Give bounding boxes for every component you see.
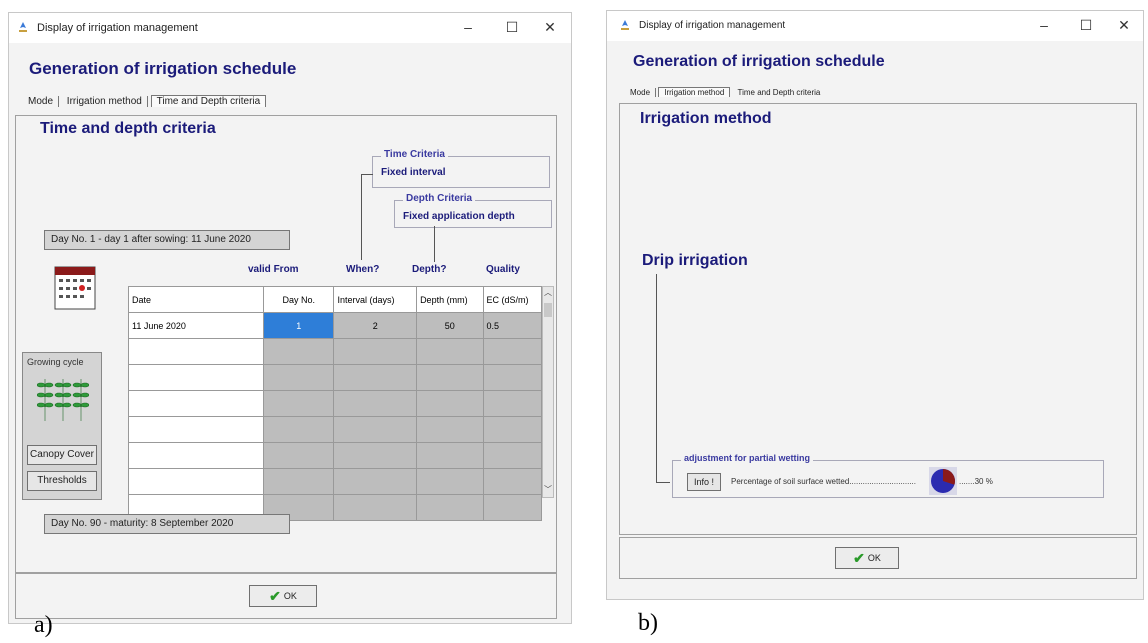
window-title: Display of irrigation management (37, 22, 198, 34)
cell-day-no[interactable]: 1 (262, 312, 335, 339)
wetted-label: Percentage of soil surface wetted.......… (731, 477, 916, 486)
ok-button[interactable]: ✔ OK (835, 547, 899, 569)
col-date: Date (128, 286, 264, 313)
growing-cycle-label: Growing cycle (27, 357, 84, 367)
table-row[interactable] (128, 442, 543, 469)
cell-date[interactable]: 11 June 2020 (128, 312, 264, 339)
caption-b: b) (638, 610, 658, 636)
table-row[interactable]: 11 June 2020 1 2 50 0.5 (128, 312, 543, 339)
cell-depth[interactable]: 50 (416, 312, 484, 339)
app-icon (621, 20, 629, 30)
wetted-pie-icon (929, 467, 957, 495)
info-button[interactable]: Info ! (687, 473, 721, 491)
calendar-icon (54, 266, 96, 310)
wetted-value-number: 30 (974, 477, 984, 486)
tab-bar: Mode Irrigation method Time and Depth cr… (23, 95, 267, 107)
irrigation-method-value: Drip irrigation (642, 252, 748, 269)
section-title: Irrigation method (640, 110, 772, 127)
growing-cycle-box: Growing cycle Canopy Cover Thresholds (22, 352, 102, 500)
wetted-unit: % (985, 477, 993, 486)
window-title: Display of irrigation management (639, 20, 786, 31)
table-row[interactable] (128, 364, 543, 391)
maximize-icon[interactable]: ☐ (1075, 17, 1097, 34)
partial-wetting-legend: adjustment for partial wetting (681, 453, 814, 463)
maximize-icon[interactable]: ☐ (501, 19, 523, 36)
col-day-no: Day No. (262, 286, 335, 313)
depth-header: Depth? (412, 264, 447, 275)
when-connector-top (361, 174, 373, 175)
table-row[interactable] (128, 416, 543, 443)
table-row[interactable] (128, 390, 543, 417)
method-connector-bottom (656, 482, 670, 483)
left-titlebar: Display of irrigation management – ☐ ✕ (9, 13, 571, 43)
col-depth: Depth (mm) (416, 286, 484, 313)
tab-time-depth[interactable]: Time and Depth criteria (150, 95, 267, 107)
wetted-label-text: Percentage of soil surface wetted (731, 477, 850, 486)
partial-wetting-group: adjustment for partial wetting Info ! Pe… (672, 453, 1104, 498)
tab-time-depth[interactable]: Time and Depth criteria (733, 88, 826, 97)
right-window: Display of irrigation management – ☐ ✕ G… (606, 10, 1144, 600)
table-row[interactable] (128, 468, 543, 495)
col-ec: EC (dS/m) (482, 286, 543, 313)
table-scrollbar[interactable]: ︿ ﹀ (542, 286, 554, 498)
table-header-row: Date Day No. Interval (days) Depth (mm) … (128, 286, 543, 313)
depth-connector (434, 226, 435, 262)
close-icon[interactable]: ✕ (1113, 17, 1135, 34)
method-connector (656, 274, 657, 482)
depth-criteria-legend: Depth Criteria (403, 193, 476, 204)
app-icon (19, 22, 27, 32)
criteria-panel: Time and depth criteria Time Criteria Fi… (15, 115, 557, 573)
time-criteria-legend: Time Criteria (381, 149, 448, 160)
section-title: Time and depth criteria (40, 120, 216, 137)
cell-ec[interactable]: 0.5 (482, 312, 543, 339)
end-date-banner: Day No. 90 - maturity: 8 September 2020 (44, 514, 290, 534)
ok-button[interactable]: ✔ OK (249, 585, 317, 607)
scroll-down-icon[interactable]: ﹀ (543, 484, 553, 495)
page-heading: Generation of irrigation schedule (633, 53, 885, 70)
start-date-banner: Day No. 1 - day 1 after sowing: 11 June … (44, 230, 290, 250)
scroll-thumb[interactable] (544, 303, 552, 317)
schedule-table: Date Day No. Interval (days) Depth (mm) … (128, 286, 543, 521)
depth-criteria-group: Depth Criteria Fixed application depth (394, 193, 552, 228)
time-criteria-value: Fixed interval (381, 167, 446, 178)
irrigation-method-panel: Irrigation method Drip irrigation adjust… (619, 103, 1137, 535)
crop-plants-icon (37, 379, 89, 421)
ok-label: OK (867, 553, 881, 563)
wetted-value: .......30 % (959, 477, 993, 486)
caption-a: a) (34, 612, 53, 638)
tab-irrigation-method[interactable]: Irrigation method (62, 96, 148, 107)
minimize-icon[interactable]: – (457, 19, 479, 35)
checkmark-icon: ✔ (269, 587, 281, 604)
tab-mode[interactable]: Mode (625, 88, 657, 97)
ok-label: OK (283, 591, 297, 601)
tab-mode[interactable]: Mode (23, 96, 60, 107)
tab-bar: Mode Irrigation method Time and Depth cr… (625, 87, 825, 97)
cell-interval[interactable]: 2 (333, 312, 418, 339)
minimize-icon[interactable]: – (1033, 17, 1055, 33)
valid-from-header: valid From (248, 264, 299, 275)
right-titlebar: Display of irrigation management – ☐ ✕ (607, 11, 1143, 41)
depth-criteria-value: Fixed application depth (403, 211, 515, 222)
thresholds-button[interactable]: Thresholds (27, 471, 97, 491)
quality-header: Quality (486, 264, 520, 275)
when-connector (361, 174, 362, 260)
checkmark-icon: ✔ (853, 549, 865, 566)
table-row[interactable] (128, 338, 543, 365)
page-heading: Generation of irrigation schedule (29, 59, 297, 78)
tab-irrigation-method[interactable]: Irrigation method (658, 87, 731, 97)
when-header: When? (346, 264, 380, 275)
time-criteria-group: Time Criteria Fixed interval (372, 149, 550, 188)
scroll-up-icon[interactable]: ︿ (543, 287, 553, 298)
close-icon[interactable]: ✕ (539, 19, 561, 36)
col-interval: Interval (days) (333, 286, 418, 313)
left-window: Display of irrigation management – ☐ ✕ G… (8, 12, 572, 624)
canopy-cover-button[interactable]: Canopy Cover (27, 445, 97, 465)
